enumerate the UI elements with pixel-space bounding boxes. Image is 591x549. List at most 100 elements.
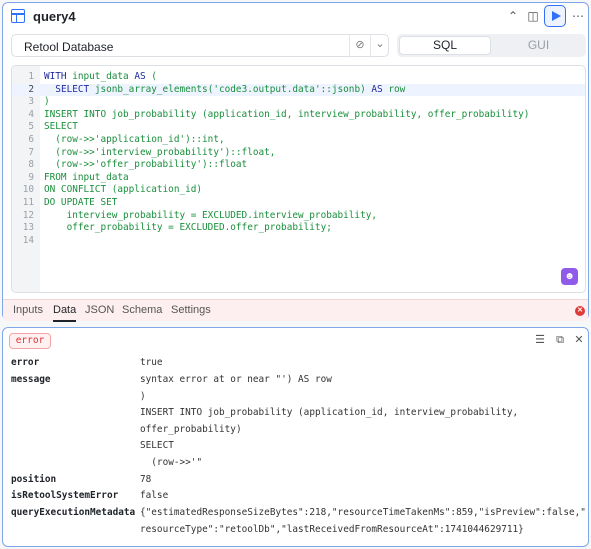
- sql-keyword: SELECT: [55, 83, 90, 95]
- result-key: error: [11, 357, 40, 368]
- line-number: 5: [28, 121, 34, 133]
- sql-keyword: AS: [371, 83, 383, 95]
- chevron-up-icon[interactable]: ⌃: [504, 7, 522, 25]
- query-result-panel: error ☰ ⧉ ✕ error true message syntax er…: [2, 327, 589, 547]
- mode-toggle: SQL GUI: [397, 34, 586, 57]
- code-text: FROM input_data: [44, 172, 129, 185]
- code-line[interactable]: 14: [12, 235, 585, 248]
- preview-panel-icon[interactable]: ◫: [524, 7, 542, 25]
- run-query-button[interactable]: [544, 5, 566, 27]
- sql-token: (row->>'offer_probability')::float: [44, 159, 248, 171]
- sql-token: DO UPDATE SET: [44, 196, 118, 208]
- code-text: offer_probability = EXCLUDED.offer_proba…: [44, 222, 332, 235]
- line-number: 8: [28, 159, 34, 171]
- line-number: 9: [28, 171, 34, 183]
- sql-token: ): [44, 96, 50, 108]
- code-line[interactable]: 2 SELECT jsonb_array_elements('code3.out…: [12, 83, 585, 97]
- tab-schema[interactable]: Schema: [122, 304, 162, 316]
- code-text: ON CONFLICT (application_id): [44, 184, 202, 197]
- code-text: SELECT: [44, 121, 78, 134]
- table-icon: [11, 9, 25, 23]
- line-number: 13: [22, 222, 34, 234]
- ai-assist-icon[interactable]: ☻: [561, 268, 578, 285]
- result-key: message: [11, 374, 51, 385]
- sql-token: offer_probability = EXCLUDED.offer_proba…: [44, 222, 332, 234]
- line-number: 3: [28, 96, 34, 108]
- tab-inputs[interactable]: Inputs: [13, 304, 43, 316]
- error-indicator-icon: ✕: [575, 306, 585, 316]
- copy-icon[interactable]: ⧉: [553, 333, 567, 347]
- list-icon[interactable]: ☰: [533, 333, 547, 347]
- resource-selector[interactable]: Retool Database ⊘ ⌄: [11, 34, 389, 57]
- line-number: 6: [28, 133, 34, 145]
- tab-gui[interactable]: GUI: [493, 36, 584, 55]
- result-key: position: [11, 474, 57, 485]
- tab-settings[interactable]: Settings: [171, 304, 211, 316]
- sql-token: (row->>'interview_probability')::float,: [44, 146, 276, 158]
- code-line[interactable]: 5 SELECT: [12, 121, 585, 134]
- code-area[interactable]: 1 WITH input_data AS (2 SELECT jsonb_arra…: [12, 71, 585, 247]
- sql-token: INSERT INTO job_probability (application…: [44, 108, 530, 120]
- code-line[interactable]: 9 FROM input_data: [12, 172, 585, 185]
- tab-sql[interactable]: SQL: [399, 36, 491, 55]
- tab-data[interactable]: Data: [53, 304, 77, 322]
- line-number: 14: [22, 234, 34, 246]
- code-text: ): [44, 96, 50, 109]
- line-number: 11: [22, 196, 34, 208]
- query-name[interactable]: query4: [33, 9, 76, 24]
- chevron-down-icon[interactable]: ⌄: [373, 37, 387, 50]
- sql-token: (: [145, 71, 157, 82]
- line-number: 4: [28, 108, 34, 120]
- sql-token: jsonb_array_elements('code3.output.data'…: [89, 83, 372, 95]
- sql-token: interview_probability = EXCLUDED.intervi…: [44, 209, 378, 221]
- close-icon[interactable]: ✕: [572, 333, 586, 347]
- sql-token: SELECT: [44, 121, 78, 133]
- code-text: WITH input_data AS (: [44, 71, 157, 84]
- line-number: 10: [22, 184, 34, 196]
- code-line[interactable]: 3): [12, 96, 585, 109]
- more-icon[interactable]: ⋯: [569, 7, 587, 25]
- code-line[interactable]: 4 INSERT INTO job_probability (applicatio…: [12, 109, 585, 122]
- result-value: 78: [140, 474, 152, 485]
- sql-token: (row->>'application_id')::int,: [44, 133, 225, 145]
- code-text: interview_probability = EXCLUDED.intervi…: [44, 210, 377, 223]
- error-badge: error: [9, 333, 51, 349]
- code-text: DO UPDATE SET: [44, 197, 117, 210]
- result-key: queryExecutionMetadata: [11, 507, 136, 518]
- code-text: INSERT INTO job_probability (application…: [44, 109, 529, 122]
- line-number: 7: [28, 146, 34, 158]
- sql-token: input_data: [66, 71, 135, 82]
- resource-label: Retool Database: [24, 40, 114, 54]
- code-line[interactable]: 13 offer_probability = EXCLUDED.offer_pr…: [12, 222, 585, 235]
- code-line[interactable]: 6 (row->>'application_id')::int,: [12, 134, 585, 147]
- code-line[interactable]: 11 DO UPDATE SET: [12, 197, 585, 210]
- sql-editor[interactable]: 1 WITH input_data AS (2 SELECT jsonb_arra…: [11, 65, 586, 293]
- sql-token: ON CONFLICT (application_id): [44, 184, 203, 196]
- query-bottom-tabs: Inputs Data JSON Schema Settings ✕: [3, 299, 588, 322]
- query-titlebar: query4 ⌃ ◫ ⋯: [3, 3, 588, 29]
- code-line[interactable]: 12 interview_probability = EXCLUDED.inte…: [12, 210, 585, 223]
- line-number: 2: [28, 83, 34, 95]
- sql-token: row: [382, 83, 406, 95]
- line-number: 12: [22, 209, 34, 221]
- result-value: {"estimatedResponseSizeBytes":218,"resou…: [140, 507, 586, 535]
- link-icon[interactable]: ⊘: [349, 34, 371, 57]
- code-text: SELECT jsonb_array_elements('code3.outpu…: [44, 84, 405, 97]
- sql-keyword: AS: [134, 71, 146, 82]
- code-line[interactable]: 10 ON CONFLICT (application_id): [12, 184, 585, 197]
- result-value: syntax error at or near "') AS row ) INS…: [140, 374, 519, 468]
- tab-json[interactable]: JSON: [85, 304, 114, 316]
- code-text: (row->>'application_id')::int,: [44, 133, 225, 147]
- result-value: false: [140, 490, 169, 501]
- result-key: isRetoolSystemError: [11, 490, 119, 501]
- code-line[interactable]: 1 WITH input_data AS (: [12, 71, 585, 84]
- code-text: (row->>'interview_probability')::float,: [44, 147, 275, 160]
- result-value: true: [140, 357, 163, 368]
- code-line[interactable]: 7 (row->>'interview_probability')::float…: [12, 147, 585, 160]
- code-text: (row->>'offer_probability')::float: [44, 159, 247, 172]
- query-editor-panel: query4 ⌃ ◫ ⋯ Retool Database ⊘ ⌄ SQL GUI…: [2, 2, 589, 322]
- sql-keyword: WITH: [44, 71, 67, 82]
- code-line[interactable]: 8 (row->>'offer_probability')::float: [12, 159, 585, 172]
- sql-token: FROM input_data: [44, 171, 129, 183]
